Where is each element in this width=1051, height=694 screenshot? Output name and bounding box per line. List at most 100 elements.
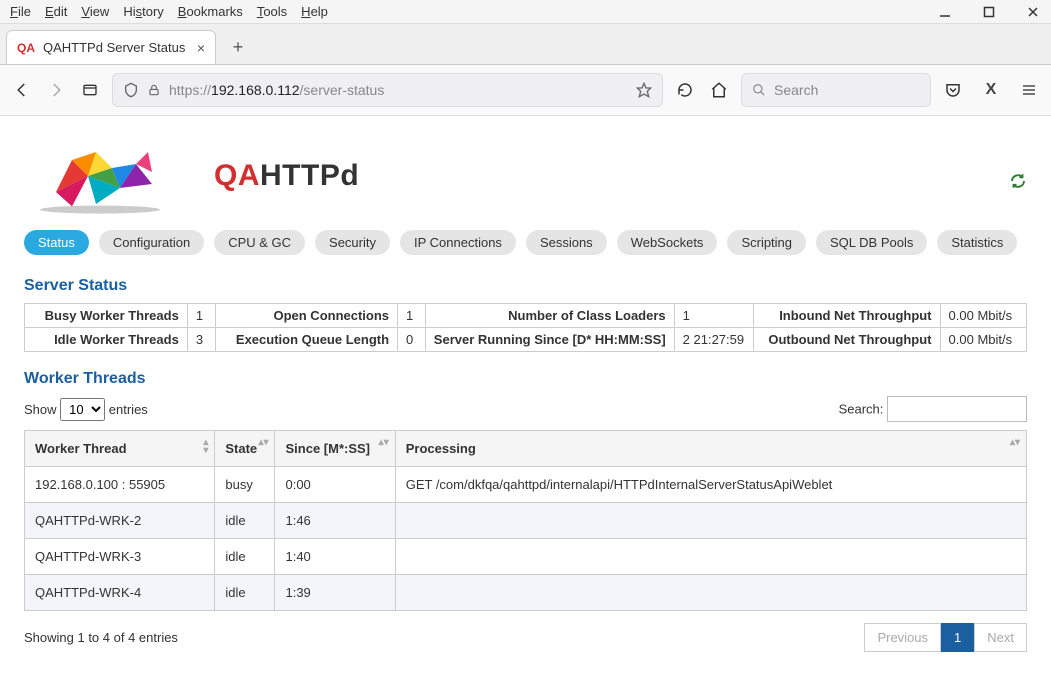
entries-select[interactable]: 10 — [60, 398, 105, 421]
col-header[interactable]: Worker Thread▴▾ — [25, 431, 215, 467]
cell-processing — [395, 575, 1026, 611]
menu-help[interactable]: Help — [301, 4, 328, 19]
nav-pill[interactable]: Security — [315, 230, 390, 255]
cell-processing: GET /com/dkfqa/qahttpd/internalapi/HTTPd… — [395, 467, 1026, 503]
status-label: Outbound Net Throughput — [754, 328, 940, 352]
nav-pill[interactable]: CPU & GC — [214, 230, 305, 255]
app-header: QAHTTPd — [24, 126, 1027, 230]
maximize-icon[interactable] — [977, 2, 1001, 22]
nav-pill[interactable]: Scripting — [727, 230, 806, 255]
status-label: Inbound Net Throughput — [754, 304, 940, 328]
menu-view[interactable]: View — [81, 4, 109, 19]
nav-pill[interactable]: IP Connections — [400, 230, 516, 255]
tab-bar: QA QAHTTPd Server Status × + — [0, 24, 1051, 65]
browser-menubar: File Edit View History Bookmarks Tools H… — [0, 0, 1051, 24]
search-label: Search: — [839, 402, 884, 417]
paginate-next[interactable]: Next — [974, 623, 1027, 652]
paginator: Previous 1 Next — [864, 623, 1027, 652]
datatable-search-input[interactable] — [887, 396, 1027, 422]
status-value: 0.00 Mbit/s — [940, 328, 1026, 352]
menu-edit[interactable]: Edit — [45, 4, 67, 19]
back-icon[interactable] — [10, 78, 34, 102]
status-table: Busy Worker Threads1Open Connections1Num… — [24, 303, 1027, 352]
cell-state: idle — [215, 503, 275, 539]
cell-thread: QAHTTPd-WRK-2 — [25, 503, 215, 539]
new-tab-button[interactable]: + — [224, 33, 252, 61]
cell-state: busy — [215, 467, 275, 503]
section-title-status: Server Status — [24, 277, 1027, 295]
tab-title: QAHTTPd Server Status — [43, 40, 189, 55]
show-label: Show — [24, 402, 57, 417]
bookmark-star-icon[interactable] — [636, 82, 652, 98]
datatable-controls: Show 10 entries Search: — [24, 396, 1027, 422]
window-icon[interactable] — [78, 78, 102, 102]
tab-close-icon[interactable]: × — [197, 40, 205, 56]
cell-since: 0:00 — [275, 467, 395, 503]
paginate-previous[interactable]: Previous — [864, 623, 941, 652]
nav-pill[interactable]: Statistics — [937, 230, 1017, 255]
cell-since: 1:40 — [275, 539, 395, 575]
browser-search-input[interactable]: Search — [741, 73, 931, 107]
app-menu-icon[interactable] — [1017, 78, 1041, 102]
home-icon[interactable] — [707, 78, 731, 102]
search-placeholder: Search — [774, 82, 818, 98]
menu-history[interactable]: History — [123, 4, 163, 19]
cell-thread: QAHTTPd-WRK-4 — [25, 575, 215, 611]
browser-tab[interactable]: QA QAHTTPd Server Status × — [6, 30, 216, 64]
section-title-workers: Worker Threads — [24, 370, 1027, 388]
shield-icon[interactable] — [123, 82, 139, 98]
table-row: QAHTTPd-WRK-3idle1:40 — [25, 539, 1027, 575]
reload-icon[interactable] — [673, 78, 697, 102]
status-value: 1 — [674, 304, 753, 328]
nav-pill[interactable]: SQL DB Pools — [816, 230, 927, 255]
sort-icon: ▴▾ — [1010, 439, 1020, 447]
col-header[interactable]: Processing▴▾ — [395, 431, 1026, 467]
app-title: QAHTTPd — [214, 159, 359, 193]
paginate-page-1[interactable]: 1 — [941, 623, 974, 652]
pocket-icon[interactable] — [941, 78, 965, 102]
url-text: https://192.168.0.112/server-status — [169, 82, 628, 98]
cell-thread: 192.168.0.100 : 55905 — [25, 467, 215, 503]
forward-icon[interactable] — [44, 78, 68, 102]
menu-tools[interactable]: Tools — [257, 4, 287, 19]
nav-pill[interactable]: WebSockets — [617, 230, 718, 255]
search-icon — [752, 83, 766, 97]
status-label: Idle Worker Threads — [25, 328, 188, 352]
app-logo-icon — [24, 136, 184, 216]
nav-pill[interactable]: Sessions — [526, 230, 607, 255]
status-label: Server Running Since [D* HH:MM:SS] — [425, 328, 674, 352]
menu-file[interactable]: File — [10, 4, 31, 19]
lock-icon[interactable] — [147, 83, 161, 97]
table-row: QAHTTPd-WRK-2idle1:46 — [25, 503, 1027, 539]
status-label: Open Connections — [215, 304, 397, 328]
entries-label: entries — [109, 402, 148, 417]
cell-thread: QAHTTPd-WRK-3 — [25, 539, 215, 575]
nav-pill[interactable]: Configuration — [99, 230, 204, 255]
col-header[interactable]: State▴▾ — [215, 431, 275, 467]
page-viewport[interactable]: QAHTTPd Status Configuration CPU & GC Secur… — [0, 116, 1051, 694]
minimize-icon[interactable] — [933, 2, 957, 22]
sort-icon: ▴▾ — [258, 439, 268, 447]
favicon-icon: QA — [17, 41, 35, 55]
workers-table: Worker Thread▴▾State▴▾Since [M*:SS]▴▾Pro… — [24, 430, 1027, 611]
col-header[interactable]: Since [M*:SS]▴▾ — [275, 431, 395, 467]
browser-toolbar: https://192.168.0.112/server-status Sear… — [0, 65, 1051, 116]
nav-pills: Status Configuration CPU & GC Security IP Co… — [24, 230, 1027, 255]
cell-processing — [395, 539, 1026, 575]
status-label: Busy Worker Threads — [25, 304, 188, 328]
status-value: 0.00 Mbit/s — [940, 304, 1026, 328]
nav-pill[interactable]: Status — [24, 230, 89, 255]
cell-state: idle — [215, 575, 275, 611]
table-row: QAHTTPd-WRK-4idle1:39 — [25, 575, 1027, 611]
datatable-footer: Showing 1 to 4 of 4 entries Previous 1 N… — [24, 623, 1027, 652]
page-refresh-icon[interactable] — [1009, 172, 1027, 190]
url-bar[interactable]: https://192.168.0.112/server-status — [112, 73, 663, 107]
sort-icon: ▴▾ — [203, 439, 208, 455]
extension-icon[interactable]: X — [979, 78, 1003, 102]
status-value: 0 — [398, 328, 426, 352]
status-value: 2 21:27:59 — [674, 328, 753, 352]
status-value: 3 — [187, 328, 215, 352]
close-icon[interactable] — [1021, 2, 1045, 22]
cell-since: 1:46 — [275, 503, 395, 539]
menu-bookmarks[interactable]: Bookmarks — [178, 4, 243, 19]
